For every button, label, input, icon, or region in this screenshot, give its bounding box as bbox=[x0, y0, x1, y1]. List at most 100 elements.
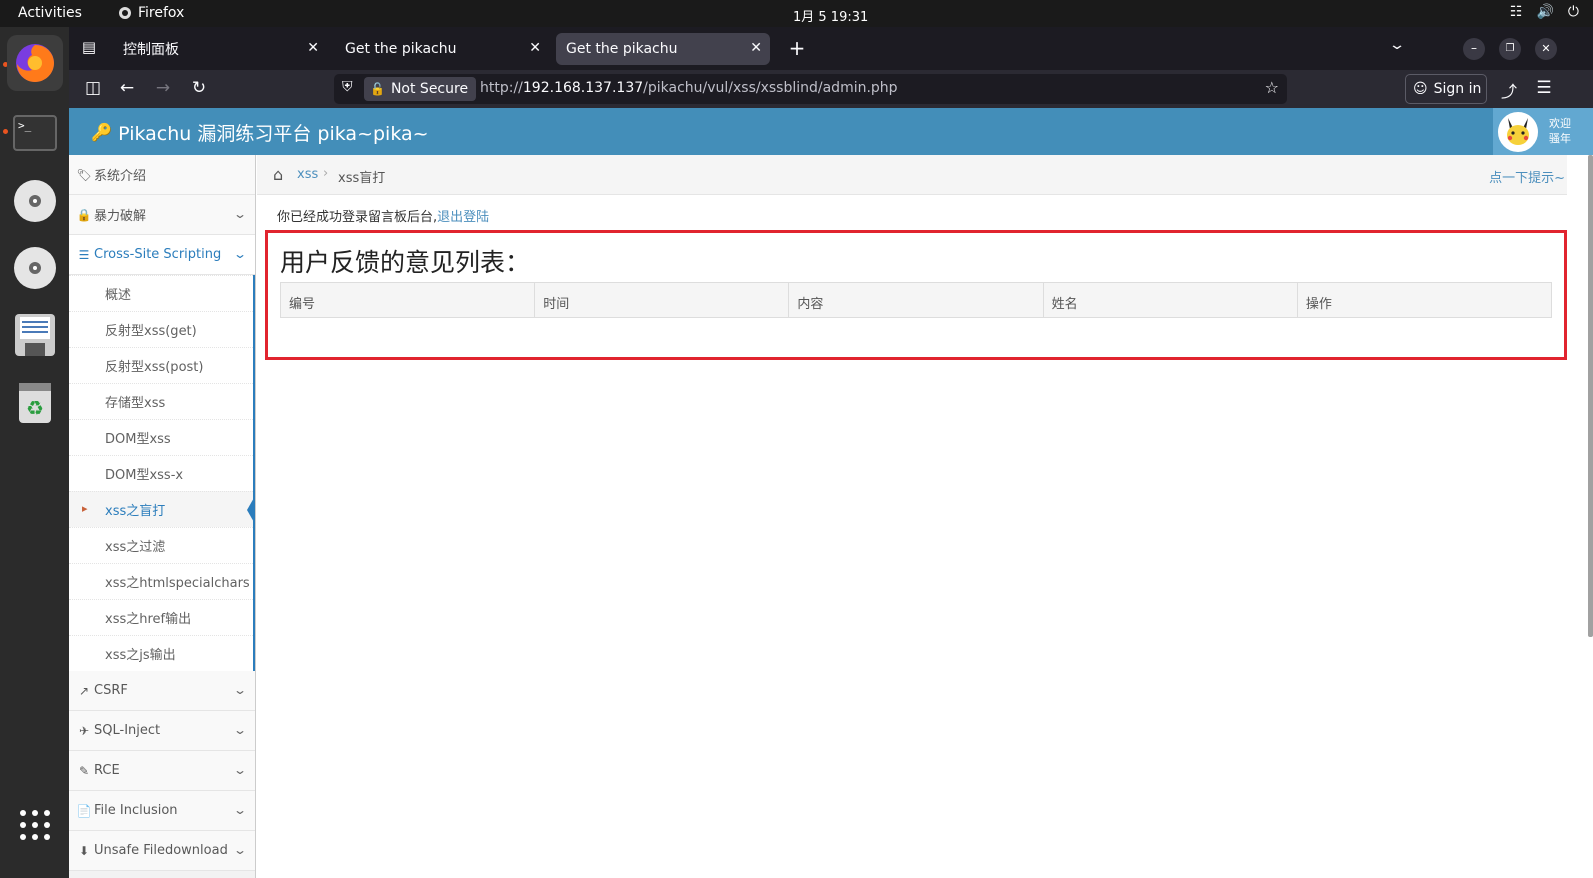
firefox-dock-icon[interactable] bbox=[7, 35, 63, 91]
sidebar-item-label: 暴力破解 bbox=[94, 209, 147, 224]
new-tab-icon[interactable]: + bbox=[785, 36, 809, 60]
welcome-line-2: 骚年 bbox=[1549, 132, 1571, 145]
sidebar-item-label: RCE bbox=[94, 763, 120, 778]
disc-dock-icon-2[interactable] bbox=[7, 240, 63, 296]
sidebar-item-intro[interactable]: 🏷 系统介绍 bbox=[69, 155, 255, 195]
submenu-item[interactable]: 反射型xss(post) bbox=[69, 347, 253, 383]
site-title: Pikachu 漏洞练习平台 pika~pika~ bbox=[118, 123, 429, 145]
tab-label: Get the pikachu bbox=[345, 41, 457, 57]
sidebar-item-filedownload[interactable]: ⬇ Unsafe Filedownload ⌄ bbox=[69, 831, 255, 871]
minimize-button[interactable]: – bbox=[1463, 38, 1485, 60]
submenu-item[interactable]: DOM型xss-x bbox=[69, 455, 253, 491]
svg-text:♻: ♻ bbox=[26, 396, 44, 420]
breadcrumb-separator-icon: › bbox=[323, 166, 329, 181]
tab-label: Get the pikachu bbox=[566, 41, 678, 57]
url-text[interactable]: http://192.168.137.137/pikachu/vul/xss/x… bbox=[480, 80, 898, 96]
bookmark-star-icon[interactable]: ☆ bbox=[1265, 78, 1279, 97]
submenu-label: xss之href输出 bbox=[105, 612, 192, 627]
sidebar-item-bruteforce[interactable]: 🔒 暴力破解 ⌄ bbox=[69, 195, 255, 235]
submenu-item[interactable]: xss之js输出 bbox=[69, 635, 253, 671]
submenu-item[interactable]: 存储型xss bbox=[69, 383, 253, 419]
terminal-icon: >_ bbox=[13, 115, 57, 151]
submenu-item[interactable]: xss之htmlspecialchars bbox=[69, 563, 253, 599]
close-tab-icon[interactable]: ✕ bbox=[750, 40, 762, 56]
avatar bbox=[1498, 112, 1538, 152]
breadcrumb: ⌂ xss › xss盲打 点一下提示~ bbox=[257, 155, 1567, 195]
url-host: 192.168.137.137 bbox=[522, 80, 644, 96]
sidebar: 🏷 系统介绍 🔒 暴力破解 ⌄ ☰ Cross-Site Scripting ⌄… bbox=[69, 155, 256, 878]
submenu-label: 概述 bbox=[105, 288, 132, 303]
tab-2[interactable]: Get the pikachu ✕ bbox=[335, 33, 549, 65]
forward-icon[interactable]: → bbox=[151, 78, 175, 98]
sign-in-button[interactable]: ☺ Sign in bbox=[1405, 74, 1487, 104]
disc-dock-icon[interactable] bbox=[7, 173, 63, 229]
installer-dock-icon[interactable] bbox=[7, 307, 63, 363]
chevron-down-icon: ⌄ bbox=[232, 683, 248, 697]
not-secure-label: Not Secure bbox=[390, 81, 469, 97]
column-header: 时间 bbox=[535, 283, 790, 317]
page-viewport: 🔑 Pikachu 漏洞练习平台 pika~pika~ 欢迎 骚年 🏷 系统介绍… bbox=[69, 108, 1593, 878]
submenu-item[interactable]: 概述 bbox=[69, 275, 253, 311]
url-bar[interactable]: ⛨ 🔓 Not Secure http://192.168.137.137/pi… bbox=[334, 74, 1287, 104]
tag-icon: 🏷 bbox=[76, 167, 92, 182]
sidebar-item-sqli[interactable]: ✈ SQL-Inject ⌄ bbox=[69, 711, 255, 751]
close-tab-icon[interactable]: ✕ bbox=[307, 40, 319, 56]
sidebar-item-xss[interactable]: ☰ Cross-Site Scripting ⌄ bbox=[69, 235, 255, 275]
activities-button[interactable]: Activities bbox=[18, 5, 82, 21]
home-icon[interactable]: ⌂ bbox=[273, 165, 283, 184]
disc-icon bbox=[14, 180, 56, 222]
tab-overview-icon[interactable]: ▤ bbox=[77, 38, 101, 56]
submenu-item[interactable]: xss之href输出 bbox=[69, 599, 253, 635]
logout-link[interactable]: 退出登陆 bbox=[437, 210, 489, 225]
submenu-item-active[interactable]: xss之盲打 bbox=[69, 491, 255, 527]
floppy-icon bbox=[15, 314, 55, 356]
grid-icon bbox=[20, 810, 50, 840]
submenu-label: DOM型xss-x bbox=[105, 468, 184, 483]
page-title: 用户反馈的意见列表： bbox=[280, 248, 531, 277]
close-window-button[interactable]: ✕ bbox=[1535, 38, 1557, 60]
submenu-item[interactable]: DOM型xss bbox=[69, 419, 253, 455]
chevron-down-icon: ⌄ bbox=[232, 207, 248, 221]
sidebar-item-csrf[interactable]: ↗ CSRF ⌄ bbox=[69, 671, 255, 711]
account-icon: ☺ bbox=[1413, 81, 1428, 97]
submenu-label: 反射型xss(get) bbox=[105, 324, 197, 339]
sidebar-item-label: CSRF bbox=[94, 683, 128, 698]
site-brand[interactable]: 🔑 Pikachu 漏洞练习平台 pika~pika~ bbox=[91, 119, 429, 146]
menu-icon[interactable]: ☰ bbox=[1532, 78, 1556, 98]
page-scrollbar[interactable] bbox=[1588, 155, 1593, 637]
chevron-down-icon: ⌄ bbox=[232, 803, 248, 817]
shield-icon[interactable]: ⛨ bbox=[342, 79, 353, 95]
login-message: 你已经成功登录留言板后台,退出登陆 bbox=[277, 206, 489, 225]
nav-bar: ◫ ← → ↻ ⛨ 🔓 Not Secure http://192.168.13… bbox=[69, 70, 1593, 108]
sidebar-toggle-icon[interactable]: ◫ bbox=[81, 78, 105, 98]
column-header: 编号 bbox=[281, 283, 536, 317]
sidebar-item-label: File Inclusion bbox=[94, 803, 178, 818]
trash-dock-icon[interactable]: ♻ bbox=[7, 374, 63, 430]
app-menu[interactable]: Firefox bbox=[118, 5, 184, 21]
breadcrumb-link[interactable]: xss bbox=[297, 167, 318, 182]
terminal-dock-icon[interactable]: >_ bbox=[7, 105, 63, 161]
user-menu[interactable]: 欢迎 骚年 bbox=[1493, 108, 1593, 155]
list-tabs-icon[interactable]: ⌄ bbox=[1379, 37, 1415, 53]
submenu-label: DOM型xss bbox=[105, 432, 171, 447]
show-apps-button[interactable] bbox=[7, 797, 63, 853]
reload-icon[interactable]: ↻ bbox=[187, 78, 211, 98]
not-secure-badge[interactable]: 🔓 Not Secure bbox=[364, 77, 477, 101]
firefox-icon bbox=[16, 44, 54, 82]
close-tab-icon[interactable]: ✕ bbox=[529, 40, 541, 56]
login-message-text: 你已经成功登录留言板后台, bbox=[277, 210, 438, 225]
extensions-icon[interactable]: ⤴ bbox=[1497, 78, 1521, 102]
submenu-item[interactable]: 反射型xss(get) bbox=[69, 311, 253, 347]
back-icon[interactable]: ← bbox=[115, 78, 139, 98]
system-tray[interactable]: ☷ 🔊 ⏻ bbox=[1510, 4, 1579, 20]
sidebar-item-rce[interactable]: ✎ RCE ⌄ bbox=[69, 751, 255, 791]
submenu-item[interactable]: xss之过滤 bbox=[69, 527, 253, 563]
tab-1[interactable]: 控制面板 ✕ bbox=[113, 33, 327, 65]
chevron-down-icon: ⌄ bbox=[232, 843, 248, 857]
hint-link[interactable]: 点一下提示~ bbox=[1489, 167, 1565, 186]
chevron-down-icon: ⌄ bbox=[232, 723, 248, 737]
maximize-button[interactable]: ❐ bbox=[1499, 38, 1521, 60]
tab-3-active[interactable]: Get the pikachu ✕ bbox=[556, 33, 770, 65]
clock[interactable]: 1月 5 19:31 bbox=[793, 6, 868, 25]
sidebar-item-file-inclusion[interactable]: 📄 File Inclusion ⌄ bbox=[69, 791, 255, 831]
